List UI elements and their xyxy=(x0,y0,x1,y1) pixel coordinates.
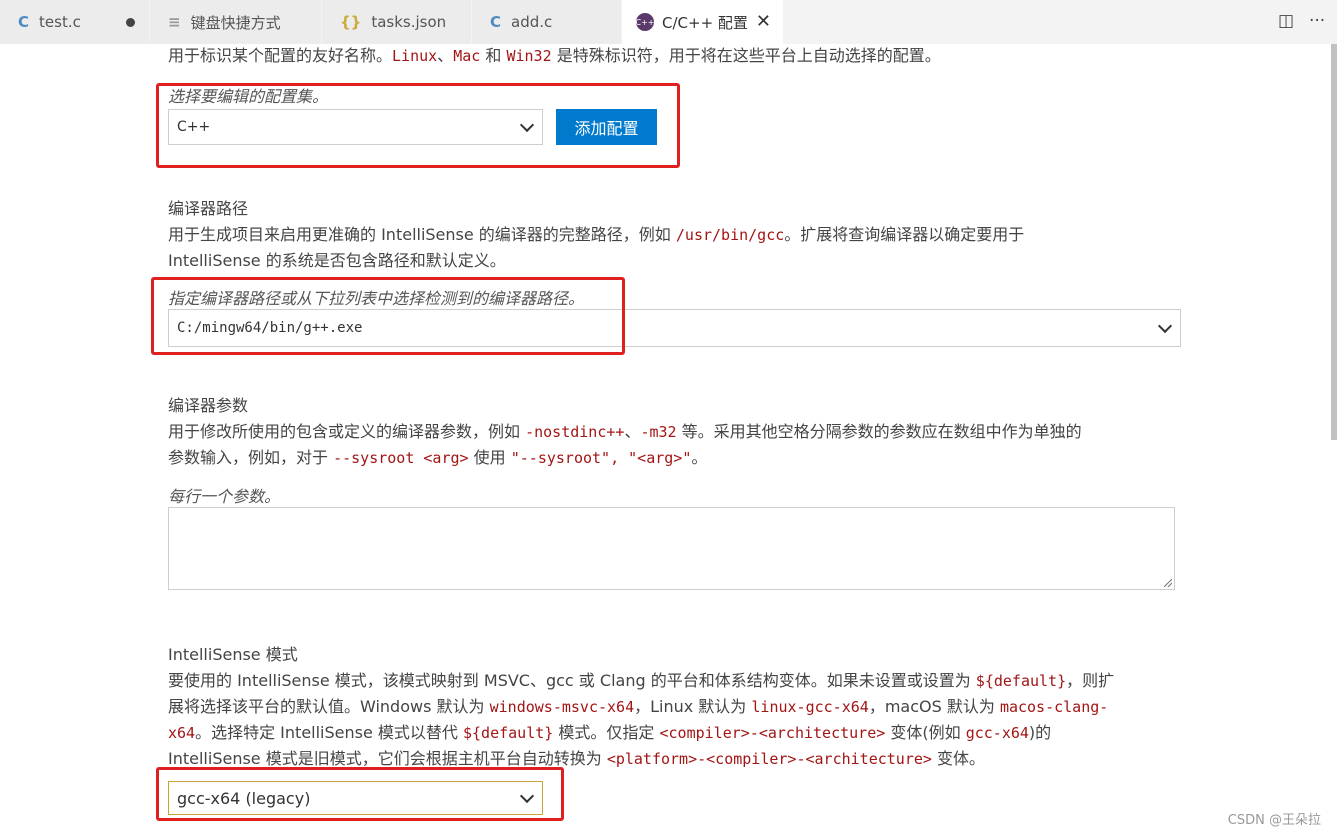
intellisense-mode-description-1: 要使用的 IntelliSense 模式，该模式映射到 MSVC、gcc 或 C… xyxy=(168,671,1115,690)
compiler-args-description-2: 参数输入，例如，对于 --sysroot <arg> 使用 "--sysroot… xyxy=(168,448,708,467)
tab-add-c[interactable]: C add.c xyxy=(472,0,622,44)
compiler-path-description-2: IntelliSense 的系统是否包含路径和默认定义。 xyxy=(168,251,506,270)
tab-label: add.c xyxy=(511,13,553,31)
compiler-path-description: 用于生成项目来启用更准确的 IntelliSense 的编译器的完整路径，例如 … xyxy=(168,225,1025,244)
chevron-down-icon[interactable] xyxy=(1157,318,1173,334)
tab-cpp-config[interactable]: C++ C/C++ 配置 ✕ xyxy=(622,0,784,44)
tab-test-c[interactable]: C test.c xyxy=(0,0,150,44)
vertical-scrollbar[interactable] xyxy=(1331,44,1337,440)
compiler-path-title: 编译器路径 xyxy=(168,199,249,218)
compiler-args-description: 用于修改所使用的包含或定义的编译器参数，例如 -nostdinc++、-m32 … xyxy=(168,422,1082,441)
unsaved-dot-icon[interactable] xyxy=(126,18,135,27)
highlight-box xyxy=(156,83,680,168)
tab-tasks-json[interactable]: {} tasks.json xyxy=(322,0,472,44)
intellisense-mode-title: IntelliSense 模式 xyxy=(168,645,298,664)
more-actions-icon[interactable]: ··· xyxy=(1309,11,1325,31)
config-name-description: 用于标识某个配置的友好名称。Linux、Mac 和 Win32 是特殊标识符，用… xyxy=(168,46,941,65)
tab-label: test.c xyxy=(39,13,81,31)
cpp-extension-icon: C++ xyxy=(636,13,655,31)
intellisense-mode-description-3: x64。选择特定 IntelliSense 模式以替代 ${default} 模… xyxy=(168,723,1052,742)
resize-handle-icon[interactable] xyxy=(1164,579,1172,587)
tab-bar: C test.c ≡ 键盘快捷方式 {} tasks.json C add.c … xyxy=(0,0,1337,44)
highlight-box xyxy=(151,277,625,355)
intellisense-mode-description-2: 展将选择该平台的默认值。Windows 默认为 windows-msvc-x64… xyxy=(168,697,1109,716)
json-file-icon: {} xyxy=(340,13,362,31)
c-file-icon: C xyxy=(490,13,502,31)
highlight-box xyxy=(156,767,564,821)
keyboard-shortcuts-icon: ≡ xyxy=(168,13,181,31)
tab-label: C/C++ 配置 xyxy=(662,13,748,32)
split-editor-icon[interactable]: ◫ xyxy=(1278,11,1294,31)
tab-label: tasks.json xyxy=(371,13,447,31)
compiler-args-title: 编译器参数 xyxy=(168,396,249,415)
c-file-icon: C xyxy=(18,13,30,31)
compiler-args-textarea[interactable] xyxy=(168,507,1175,590)
watermark: CSDN @王朵拉 xyxy=(1227,813,1321,828)
close-icon[interactable]: ✕ xyxy=(756,11,771,32)
compiler-args-hint: 每行一个参数。 xyxy=(168,487,281,506)
tab-keyboard-shortcuts[interactable]: ≡ 键盘快捷方式 xyxy=(150,0,322,44)
tab-label: 键盘快捷方式 xyxy=(190,13,281,32)
